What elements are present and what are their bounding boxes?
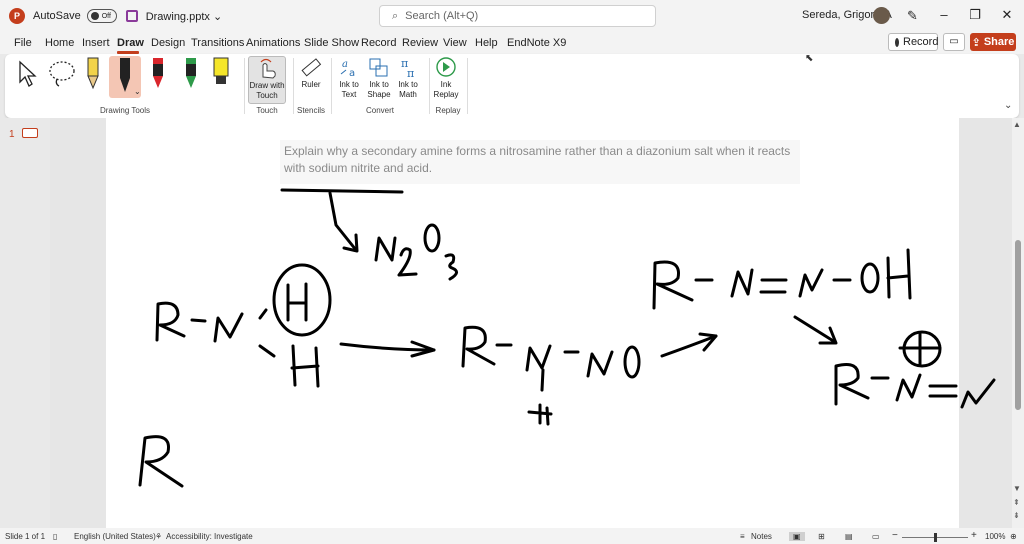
ink-stroke (374, 236, 397, 262)
ink-stroke (730, 268, 754, 298)
accessibility-icon: ⚘ (155, 532, 163, 541)
spelling-icon[interactable]: ▯ (53, 532, 57, 541)
ink-stroke (540, 368, 545, 392)
accessibility-status[interactable]: Accessibility: Investigate (166, 532, 253, 541)
ink-stroke (280, 188, 404, 194)
ink-stroke (397, 247, 418, 277)
scrollbar-thumb[interactable] (1015, 240, 1021, 410)
ink-stroke (258, 344, 276, 358)
status-bar: Slide 1 of 1 ▯ English (United States) ⚘… (0, 528, 1024, 544)
previous-slide-icon[interactable]: ⇞ (1013, 498, 1020, 507)
ink-stroke (623, 345, 641, 379)
fit-slide-icon[interactable]: ⊕ (1010, 532, 1017, 541)
ink-stroke (258, 308, 268, 320)
ink-stroke (860, 262, 880, 294)
zoom-slider-handle[interactable] (934, 533, 937, 542)
ink-stroke (190, 318, 207, 323)
slide-sorter-icon[interactable]: ⊞ (818, 532, 825, 541)
ink-stroke (586, 350, 614, 378)
notes-icon: ≡ (740, 532, 745, 541)
slide-show-icon[interactable]: ▭ (872, 532, 880, 541)
ink-stroke (960, 378, 996, 409)
scroll-up-icon[interactable]: ▲ (1013, 120, 1021, 129)
reading-view-icon[interactable]: ▤ (845, 532, 853, 541)
ink-stroke (286, 282, 308, 322)
scroll-down-icon[interactable]: ▼ (1013, 484, 1021, 493)
zoom-in-icon[interactable]: + (971, 530, 977, 541)
zoom-level[interactable]: 100% (985, 532, 1005, 541)
ink-stroke (461, 325, 496, 368)
zoom-out-icon[interactable]: − (892, 530, 898, 541)
next-slide-icon[interactable]: ⇟ (1013, 511, 1020, 520)
ink-stroke (213, 312, 244, 343)
ink-stroke (290, 344, 320, 388)
ink-stroke (444, 253, 458, 281)
ink-stroke (834, 363, 870, 406)
ink-stroke (895, 373, 922, 402)
handwritten-ink-drawing (138, 188, 996, 488)
ink-stroke (652, 260, 694, 310)
ink-stroke (798, 268, 824, 298)
slide-counter: Slide 1 of 1 (5, 532, 46, 541)
ink-stroke (759, 278, 788, 294)
ink-stroke (138, 435, 184, 488)
ink-stroke (525, 344, 552, 372)
ink-stroke (155, 301, 186, 342)
notes-button[interactable]: Notes (751, 532, 772, 541)
normal-view-icon[interactable]: ▣ (789, 532, 805, 541)
ink-stroke (272, 263, 332, 337)
ink-stroke (423, 223, 441, 253)
language-status[interactable]: English (United States) (74, 532, 156, 541)
ink-stroke (886, 248, 912, 300)
ink-stroke (527, 403, 553, 426)
ink-stroke (328, 191, 358, 252)
ink-stroke (928, 384, 958, 398)
